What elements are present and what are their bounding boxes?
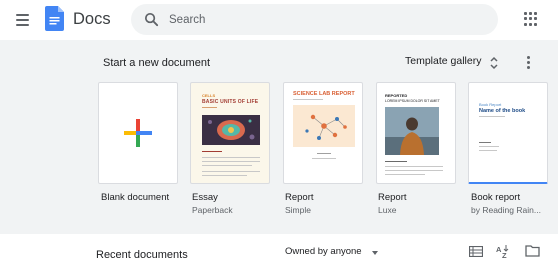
template-name-report-simple[interactable]: Report bbox=[285, 192, 314, 203]
recent-documents-title: Recent documents bbox=[96, 249, 188, 261]
thumb-title: REPORTED LOREM IPSUM DOLOR SIT AMET bbox=[385, 93, 440, 103]
dropdown-arrow-icon[interactable] bbox=[372, 251, 378, 255]
unfold-icon[interactable] bbox=[488, 55, 500, 71]
top-header: Docs bbox=[0, 0, 558, 40]
person-photo bbox=[385, 107, 439, 155]
template-section: Start a new document Template gallery Bl… bbox=[0, 40, 558, 234]
plus-icon bbox=[124, 119, 152, 147]
molecule-illustration bbox=[293, 105, 355, 147]
owner-filter-dropdown[interactable]: Owned by anyone bbox=[285, 246, 362, 257]
template-name-report-luxe[interactable]: Report bbox=[378, 192, 407, 203]
main-menu-icon[interactable] bbox=[10, 9, 34, 31]
folder-icon[interactable] bbox=[525, 245, 540, 257]
search-input[interactable] bbox=[169, 9, 469, 30]
svg-text:Z: Z bbox=[502, 251, 507, 259]
template-sub-essay: Paperback bbox=[192, 205, 233, 215]
apps-grid-icon[interactable] bbox=[524, 12, 538, 26]
thumb-title: SCIENCE LAB REPORT bbox=[293, 91, 355, 97]
thumb-label: CELLS bbox=[202, 93, 216, 98]
template-gallery-button[interactable]: Template gallery bbox=[405, 55, 481, 67]
more-vert-icon[interactable] bbox=[521, 54, 535, 70]
sort-az-icon[interactable]: A Z bbox=[495, 243, 511, 259]
app-title[interactable]: Docs bbox=[73, 10, 111, 29]
template-name-essay[interactable]: Essay bbox=[192, 192, 218, 203]
recent-documents-bar: Recent documents Owned by anyone A Z bbox=[0, 234, 558, 270]
template-sub-report-luxe: Luxe bbox=[378, 205, 397, 215]
template-name-book-report[interactable]: Book report bbox=[471, 192, 520, 203]
docs-logo-icon[interactable] bbox=[45, 6, 64, 31]
thumb-title: Name of the book bbox=[479, 108, 526, 114]
thumb-label: Book Report bbox=[479, 102, 502, 107]
template-report-simple[interactable]: SCIENCE LAB REPORT bbox=[283, 82, 363, 184]
thumb-subtitle: LOREM IPSUM DOLOR SIT AMET bbox=[385, 98, 440, 103]
template-sub-book-report: by Reading Rain... bbox=[471, 205, 541, 215]
cell-illustration bbox=[202, 115, 260, 145]
list-view-icon[interactable] bbox=[469, 246, 483, 257]
template-sub-report-simple: Simple bbox=[285, 205, 311, 215]
thumb-title: BASIC UNITS OF LIFE bbox=[202, 99, 259, 105]
template-report-luxe[interactable]: REPORTED LOREM IPSUM DOLOR SIT AMET bbox=[376, 82, 456, 184]
section-title: Start a new document bbox=[103, 57, 211, 69]
search-bar[interactable] bbox=[131, 4, 498, 35]
template-essay[interactable]: CELLS BASIC UNITS OF LIFE bbox=[190, 82, 270, 184]
template-book-report[interactable]: Book Report Name of the book bbox=[468, 82, 548, 184]
template-blank[interactable] bbox=[98, 82, 178, 184]
template-name-blank[interactable]: Blank document bbox=[101, 192, 169, 203]
search-icon[interactable] bbox=[143, 11, 160, 28]
